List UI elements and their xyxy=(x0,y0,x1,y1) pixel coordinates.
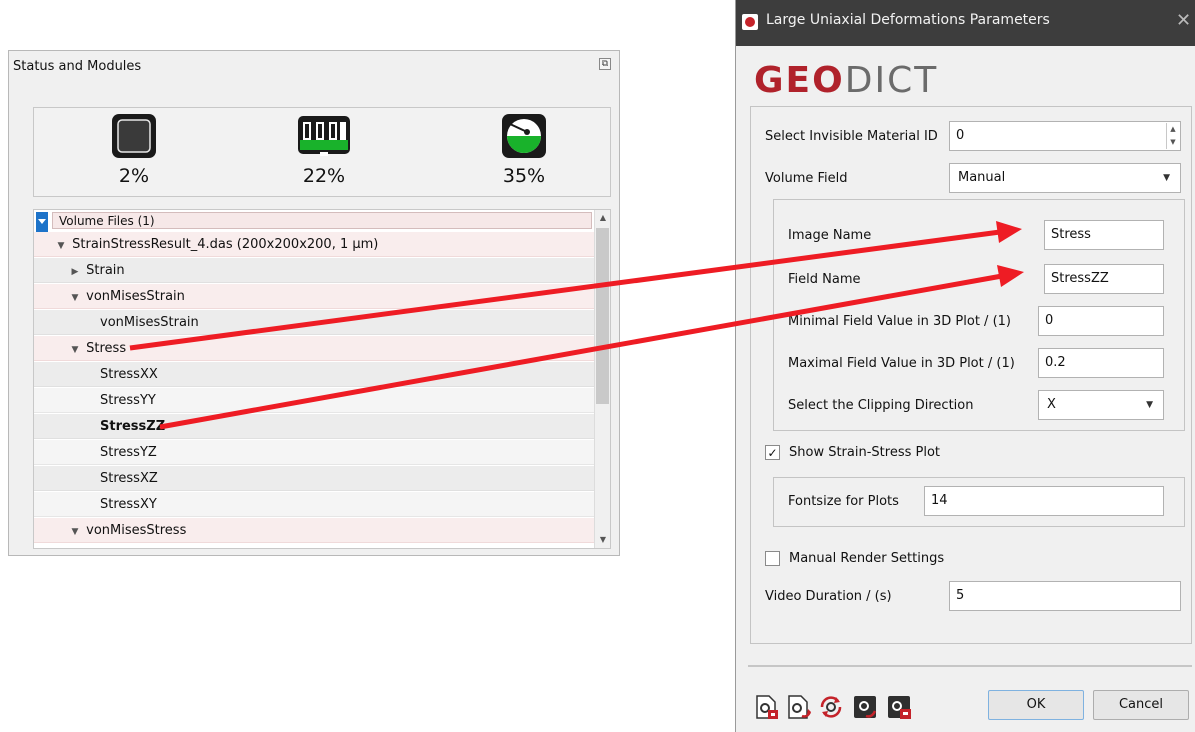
cpu-usage: 2% xyxy=(118,165,150,187)
dropdown-arrow-icon: ▼ xyxy=(1146,400,1153,410)
ok-button[interactable]: OK xyxy=(988,690,1084,720)
status-modules-panel: Status and Modules ⧉ 2% 22% 35% Volume F… xyxy=(8,50,620,556)
logo-dict: DICT xyxy=(844,60,939,101)
close-icon[interactable]: ✕ xyxy=(1176,10,1191,31)
tree-item-label: StressXX xyxy=(100,367,158,382)
tree-item-label: vonMisesStrain xyxy=(100,315,199,330)
max-field-input[interactable]: 0.2 xyxy=(1038,348,1164,378)
tree-item-vonmisesstress[interactable]: ▼ vonMisesStress xyxy=(34,518,594,543)
field-name-input[interactable]: StressZZ xyxy=(1044,264,1164,294)
collapse-root-icon[interactable] xyxy=(36,212,48,232)
tree-item-vonmisesstrain[interactable]: vonMisesStrain xyxy=(34,310,594,335)
tree-item-strain[interactable]: ▶ Strain xyxy=(34,258,594,283)
tree-item-label: Stress xyxy=(86,341,127,356)
tree-item-stressxx[interactable]: StressXX xyxy=(34,362,594,387)
video-duration-input[interactable]: 5 xyxy=(949,581,1181,611)
tree-item-label: vonMisesStrain xyxy=(86,289,185,304)
tree-item-label: StressZZ xyxy=(100,419,166,434)
volume-files-tree[interactable]: Volume Files (1) ▼ StrainStressResult_4.… xyxy=(33,209,611,549)
tree-item-file[interactable]: ▼ StrainStressResult_4.das (200x200x200,… xyxy=(34,232,594,257)
cancel-button[interactable]: Cancel xyxy=(1093,690,1189,720)
manual-render-label: Manual Render Settings xyxy=(789,551,945,566)
clipping-direction-select[interactable]: X ▼ xyxy=(1038,390,1164,420)
disk-gauge: 35% xyxy=(464,112,584,187)
tree-item-label: StressXZ xyxy=(100,471,158,486)
tree-item-stress-group[interactable]: ▼ Stress xyxy=(34,336,594,361)
memory-gauge: 22% xyxy=(264,112,384,187)
parameters-form: Select Invisible Material ID 0 ▲ ▼ Volume… xyxy=(750,106,1192,644)
tree-item-label: StrainStressResult_4.das (200x200x200, 1… xyxy=(72,237,379,252)
load-settings-icon[interactable] xyxy=(754,694,780,720)
tree-item-label: vonMisesStress xyxy=(86,523,187,538)
tree-item-stressyy[interactable]: StressYY xyxy=(34,388,594,413)
invisible-material-label: Select Invisible Material ID xyxy=(765,129,938,144)
memory-icon xyxy=(298,116,350,156)
expanded-chevron-icon[interactable]: ▼ xyxy=(68,520,82,545)
fontsize-input[interactable]: 14 xyxy=(924,486,1164,516)
panel-title: Status and Modules xyxy=(13,59,142,74)
dialog-title: Large Uniaxial Deformations Parameters xyxy=(766,12,1050,28)
scroll-thumb[interactable] xyxy=(596,228,609,404)
logo-geo: GEO xyxy=(754,60,845,101)
expanded-chevron-icon[interactable]: ▼ xyxy=(54,234,68,259)
tree-item-stressxz[interactable]: StressXZ xyxy=(34,466,594,491)
geodict-logo: GEODICT xyxy=(754,60,938,101)
max-field-label: Maximal Field Value in 3D Plot / (1) xyxy=(788,356,1015,371)
tree-item-label: StressYY xyxy=(100,393,156,408)
scroll-down-icon[interactable]: ▼ xyxy=(595,532,610,548)
parameters-dialog: Large Uniaxial Deformations Parameters ✕… xyxy=(735,0,1195,732)
plot-settings-group: Fontsize for Plots 14 xyxy=(773,477,1185,527)
tree-item-stresszz[interactable]: StressZZ xyxy=(34,414,594,439)
expanded-chevron-icon[interactable]: ▼ xyxy=(68,338,82,363)
image-name-input[interactable]: Stress xyxy=(1044,220,1164,250)
dropdown-arrow-icon: ▼ xyxy=(1163,173,1170,183)
run-macro-icon[interactable] xyxy=(852,694,878,720)
tree-item-label: StressYZ xyxy=(100,445,157,460)
tree-root-volume-files[interactable]: Volume Files (1) xyxy=(52,212,592,229)
video-duration-label: Video Duration / (s) xyxy=(765,589,892,604)
manual-render-checkbox[interactable] xyxy=(765,551,780,566)
disk-icon xyxy=(502,114,546,158)
resource-gauges: 2% 22% 35% xyxy=(33,107,611,197)
clipping-direction-value: X xyxy=(1047,397,1056,412)
dialog-titlebar[interactable]: Large Uniaxial Deformations Parameters ✕ xyxy=(736,0,1195,46)
collapsed-chevron-icon[interactable]: ▶ xyxy=(68,260,82,285)
min-field-label: Minimal Field Value in 3D Plot / (1) xyxy=(788,314,1011,329)
tree-item-vonmisesstrain-group[interactable]: ▼ vonMisesStrain xyxy=(34,284,594,309)
volume-field-select[interactable]: Manual ▼ xyxy=(949,163,1181,193)
field-name-label: Field Name xyxy=(788,272,861,287)
invisible-material-value: 0 xyxy=(956,128,965,143)
fontsize-label: Fontsize for Plots xyxy=(788,494,899,509)
save-settings-icon[interactable] xyxy=(786,694,812,720)
show-plot-label: Show Strain-Stress Plot xyxy=(789,445,940,460)
tree-scrollbar[interactable]: ▲ ▼ xyxy=(594,210,610,548)
divider xyxy=(748,665,1192,667)
expanded-chevron-icon[interactable]: ▼ xyxy=(68,286,82,311)
spin-arrows-icon[interactable]: ▲ ▼ xyxy=(1166,123,1179,149)
invisible-material-spinbox[interactable]: 0 ▲ ▼ xyxy=(949,121,1181,151)
clipping-direction-label: Select the Clipping Direction xyxy=(788,398,974,413)
tree-item-label: StressXY xyxy=(100,497,157,512)
tree-item-label: Strain xyxy=(86,263,125,278)
min-field-input[interactable]: 0 xyxy=(1038,306,1164,336)
cpu-gauge: 2% xyxy=(74,112,194,187)
geodict-app-icon xyxy=(742,14,758,30)
show-plot-checkbox[interactable]: ✓ xyxy=(765,445,780,460)
image-name-label: Image Name xyxy=(788,228,872,243)
volume-field-value: Manual xyxy=(958,170,1006,185)
cpu-icon xyxy=(112,114,156,158)
memory-usage: 22% xyxy=(302,165,346,187)
tree-item-stressyz[interactable]: StressYZ xyxy=(34,440,594,465)
disk-usage: 35% xyxy=(502,165,546,187)
tree-item-stressxy[interactable]: StressXY xyxy=(34,492,594,517)
volume-field-label: Volume Field xyxy=(765,171,848,186)
scroll-up-icon[interactable]: ▲ xyxy=(595,210,610,226)
float-panel-icon[interactable]: ⧉ xyxy=(599,58,611,70)
manual-field-group: Image Name Stress Field Name StressZZ Mi… xyxy=(773,199,1185,431)
lock-settings-icon[interactable] xyxy=(886,694,912,720)
reset-settings-icon[interactable] xyxy=(818,694,844,720)
